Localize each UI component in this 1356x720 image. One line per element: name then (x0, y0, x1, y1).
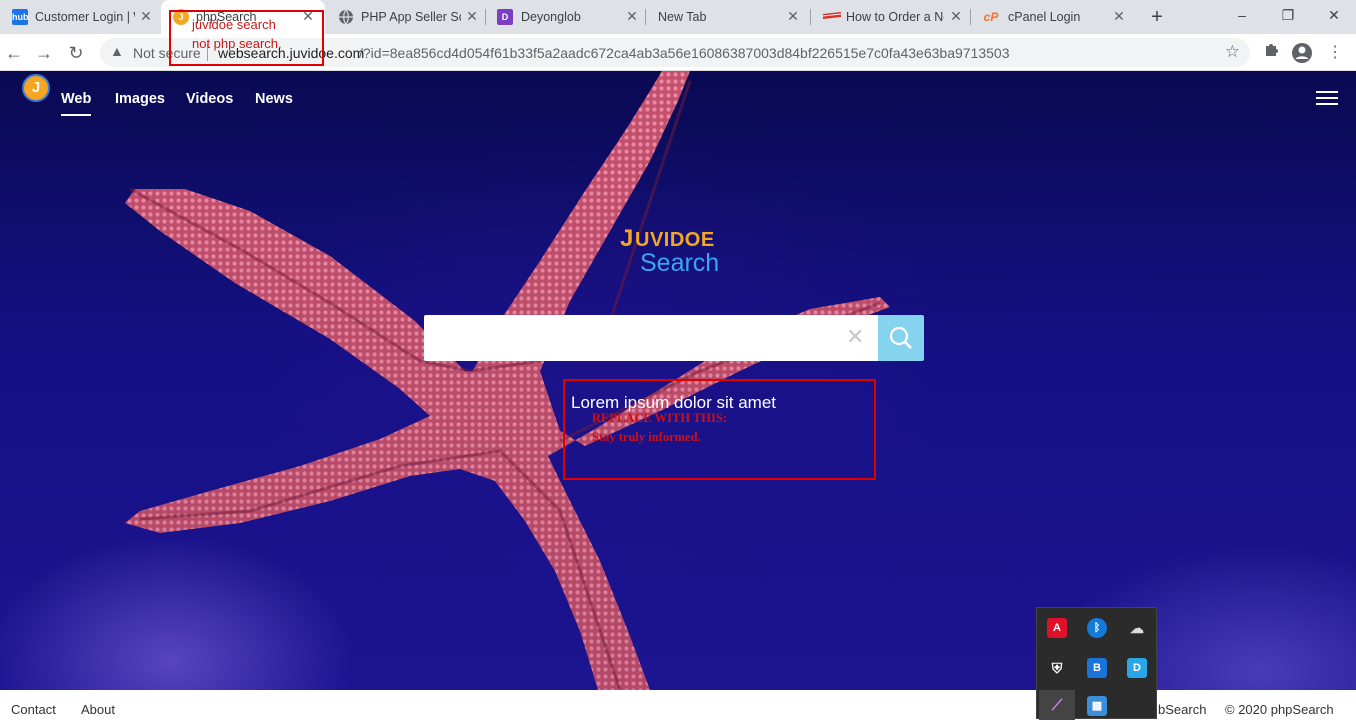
close-icon[interactable]: ✕ (1110, 7, 1128, 25)
tab-customer-login[interactable]: hub Customer Login | W ✕ (0, 0, 160, 34)
clear-x-icon[interactable]: ✕ (846, 326, 864, 348)
brand-j: J (620, 225, 634, 252)
brand-search: Search (640, 249, 720, 277)
tab-title: How to Order a Ne (846, 10, 944, 24)
close-icon[interactable]: ✕ (947, 7, 965, 25)
tab-title: Deyonglob (521, 10, 581, 24)
close-window-button[interactable]: ✕ (1311, 0, 1356, 30)
extensions-puzzle-icon[interactable] (1260, 42, 1282, 64)
new-tab-button[interactable]: + (1146, 6, 1168, 28)
tab-title: Customer Login | W (35, 10, 135, 24)
tab-new-tab[interactable]: New Tab ✕ (646, 0, 811, 34)
feather-icon[interactable]: ⟋ (1047, 696, 1067, 716)
deyonglob-favicon-icon: D (497, 9, 513, 25)
maximize-button[interactable]: ❐ (1265, 0, 1311, 30)
close-icon[interactable]: ✕ (623, 7, 641, 25)
close-icon[interactable]: ✕ (784, 7, 802, 25)
back-arrow-icon[interactable]: ← (1, 40, 27, 66)
cloud-off-icon[interactable]: ☁ (1127, 618, 1147, 638)
system-tray-popup: A ᛒ ☁ ⛨ B D ⟋ ▦ (1036, 607, 1157, 720)
cpanel-favicon-icon: cP (983, 10, 999, 24)
nav-web[interactable]: Web (61, 91, 92, 116)
hamburger-menu-icon[interactable] (1316, 91, 1338, 107)
hub-favicon-icon: hub (12, 9, 29, 25)
minimize-button[interactable]: – (1219, 0, 1265, 30)
tab-title: cPanel Login (1008, 10, 1081, 24)
footer-brand-partial: bSearch (1158, 702, 1207, 717)
search-homepage: J Web Images Videos News J UVIDOE Search… (0, 71, 1356, 690)
nav-images[interactable]: Images (115, 91, 165, 107)
url-path[interactable]: /?id=8ea856cd4d054f61b33f5a2aadc672ca4ab… (359, 45, 1009, 61)
annotation-tab-line1: juvidoe search (192, 17, 276, 32)
bookmark-star-icon[interactable]: ☆ (1225, 42, 1240, 62)
reload-icon[interactable]: ↻ (63, 40, 89, 66)
search-input[interactable] (424, 315, 878, 361)
menu-kebab-icon[interactable]: ⋮ (1324, 42, 1346, 64)
tab-php-app-seller[interactable]: PHP App Seller Sc ✕ (326, 0, 486, 34)
footer-link-about[interactable]: About (81, 702, 115, 717)
profile-avatar-icon[interactable] (1291, 42, 1313, 64)
nav-news[interactable]: News (255, 91, 293, 107)
warning-triangle-icon[interactable]: ▲ (110, 43, 124, 59)
security-shield-icon[interactable]: ⛨ (1047, 658, 1067, 678)
search-button[interactable] (878, 315, 924, 361)
adobe-icon[interactable]: A (1047, 618, 1067, 638)
annotation-replace-text: Stay truly informed. (592, 430, 701, 444)
forward-arrow-icon[interactable]: → (31, 40, 57, 66)
tab-title: PHP App Seller Sc (361, 10, 461, 24)
tab-cpanel-login[interactable]: cP cPanel Login ✕ (971, 0, 1136, 34)
tab-how-to-order[interactable]: How to Order a Ne ✕ (811, 0, 971, 34)
footer-link-contact[interactable]: Contact (11, 702, 56, 717)
globe-icon (338, 9, 354, 25)
tab-title: New Tab (658, 10, 707, 24)
annotation-replace-heading: REPLACE WITH THIS: (592, 411, 727, 425)
close-icon[interactable]: ✕ (137, 7, 155, 25)
juvidoe-search-logo: J UVIDOE Search (620, 223, 750, 277)
b-app-icon[interactable]: B (1087, 658, 1107, 678)
network-icon[interactable]: ▦ (1087, 696, 1107, 716)
annotation-tab-line2: not php search. (192, 36, 282, 51)
footer-copyright: © 2020 phpSearch (1225, 702, 1334, 717)
d-app-icon[interactable]: D (1127, 658, 1147, 678)
close-icon[interactable]: ✕ (463, 7, 481, 25)
flag-icon (822, 9, 842, 25)
tab-deyonglob[interactable]: D Deyonglob ✕ (486, 0, 646, 34)
site-logo-icon[interactable]: J (22, 74, 50, 102)
bluetooth-icon[interactable]: ᛒ (1087, 618, 1107, 638)
nav-videos[interactable]: Videos (186, 91, 233, 107)
search-icon (889, 326, 912, 349)
